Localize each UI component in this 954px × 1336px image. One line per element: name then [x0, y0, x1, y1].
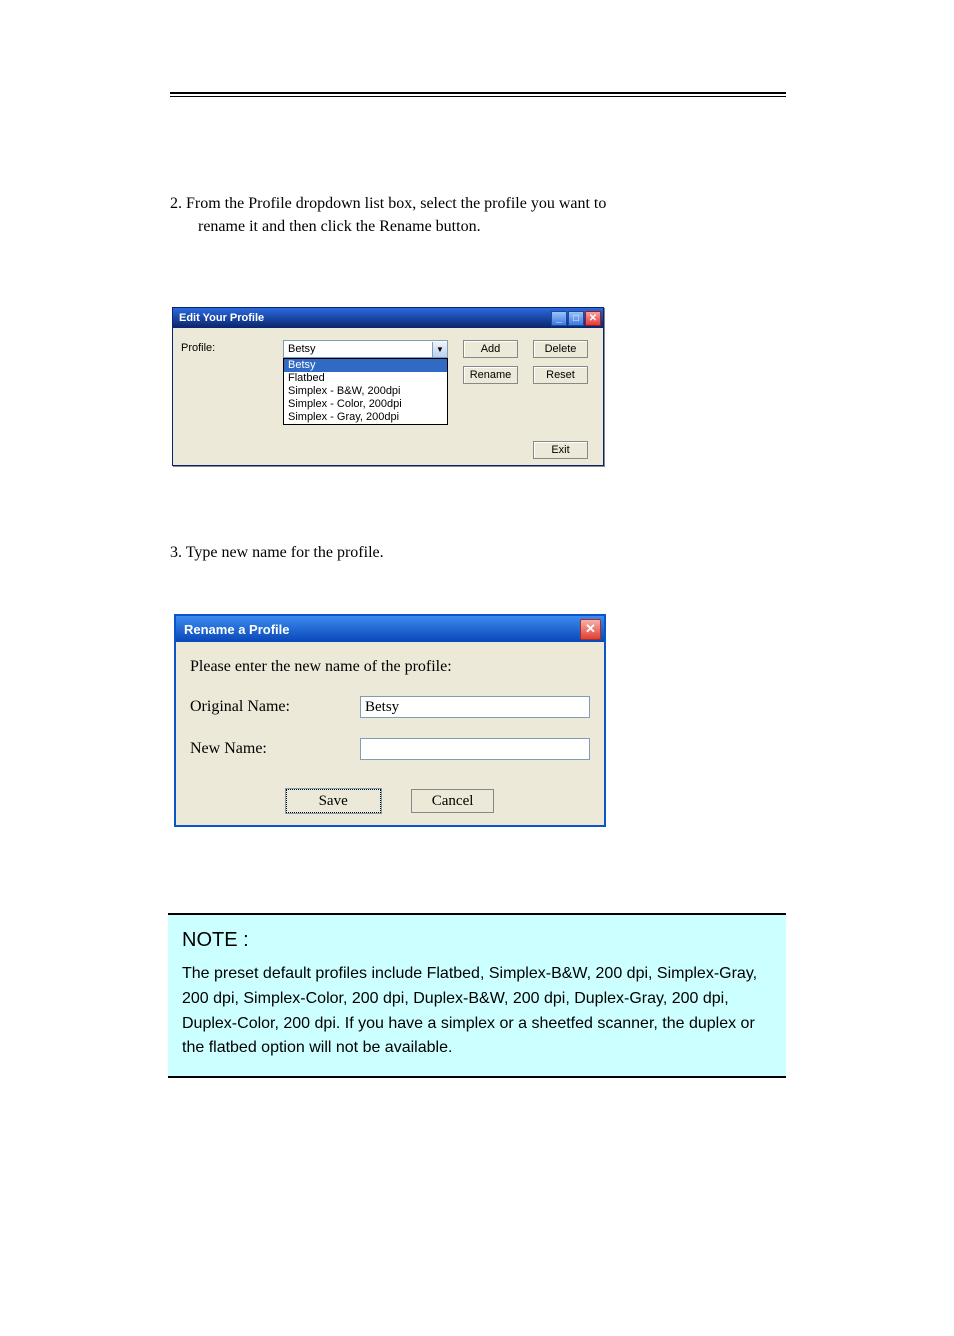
dialog1-body: Profile: Betsy ▼ Betsy Flatbed Simplex -…: [173, 328, 603, 465]
dialog2-title: Rename a Profile: [184, 622, 290, 637]
rename-button[interactable]: Rename: [463, 366, 518, 384]
new-name-row: New Name:: [190, 738, 590, 760]
profile-combo[interactable]: Betsy ▼: [283, 340, 448, 358]
cancel-button[interactable]: Cancel: [411, 789, 495, 813]
rename-prompt: Please enter the new name of the profile…: [190, 658, 590, 676]
rename-profile-dialog: Rename a Profile ✕ Please enter the new …: [174, 614, 606, 827]
list-item[interactable]: Simplex - B&W, 200dpi: [284, 385, 447, 398]
header-rule: [170, 92, 786, 94]
add-button[interactable]: Add: [463, 340, 518, 358]
note-heading: NOTE :: [182, 925, 772, 956]
save-button[interactable]: Save: [286, 789, 381, 813]
close-button[interactable]: ✕: [580, 619, 601, 640]
dialog2-button-row: Save Cancel: [176, 789, 604, 813]
list-item[interactable]: Simplex - Gray, 200dpi: [284, 411, 447, 424]
profile-combo-wrap: Betsy ▼: [283, 340, 448, 358]
dialog1-title-bar: Edit Your Profile _ □ ✕: [173, 308, 603, 328]
exit-button[interactable]: Exit: [533, 441, 588, 459]
dialog2-title-bar: Rename a Profile ✕: [176, 616, 604, 642]
profile-combo-value: Betsy: [288, 343, 316, 355]
list-item[interactable]: Simplex - Color, 200dpi: [284, 398, 447, 411]
minimize-button[interactable]: _: [551, 311, 567, 326]
delete-button[interactable]: Delete: [533, 340, 588, 358]
maximize-button[interactable]: □: [568, 311, 584, 326]
new-name-label: New Name:: [190, 740, 360, 758]
dialog1-window-controls: _ □ ✕: [551, 311, 601, 326]
dialog2-body: Please enter the new name of the profile…: [176, 642, 604, 825]
original-name-row: Original Name:: [190, 696, 590, 718]
edit-profile-dialog: Edit Your Profile _ □ ✕ Profile: Betsy ▼…: [172, 307, 604, 466]
step2-line1: 2. From the Profile dropdown list box, s…: [170, 195, 786, 213]
step2-line2: rename it and then click the Rename butt…: [198, 218, 786, 236]
original-name-input: [360, 696, 590, 718]
note-body: The preset default profiles include Flat…: [182, 962, 772, 1061]
original-name-label: Original Name:: [190, 698, 360, 716]
list-item[interactable]: Betsy: [284, 359, 447, 372]
close-button[interactable]: ✕: [585, 311, 601, 326]
profile-label: Profile:: [181, 342, 215, 354]
dialog1-title: Edit Your Profile: [179, 312, 264, 324]
chevron-down-icon[interactable]: ▼: [432, 342, 447, 357]
reset-button[interactable]: Reset: [533, 366, 588, 384]
note-box: NOTE : The preset default profiles inclu…: [168, 913, 786, 1078]
list-item[interactable]: Flatbed: [284, 372, 447, 385]
new-name-input[interactable]: [360, 738, 590, 760]
profile-dropdown-list[interactable]: Betsy Flatbed Simplex - B&W, 200dpi Simp…: [283, 358, 448, 425]
step3-line1: 3. Type new name for the profile.: [170, 544, 786, 562]
